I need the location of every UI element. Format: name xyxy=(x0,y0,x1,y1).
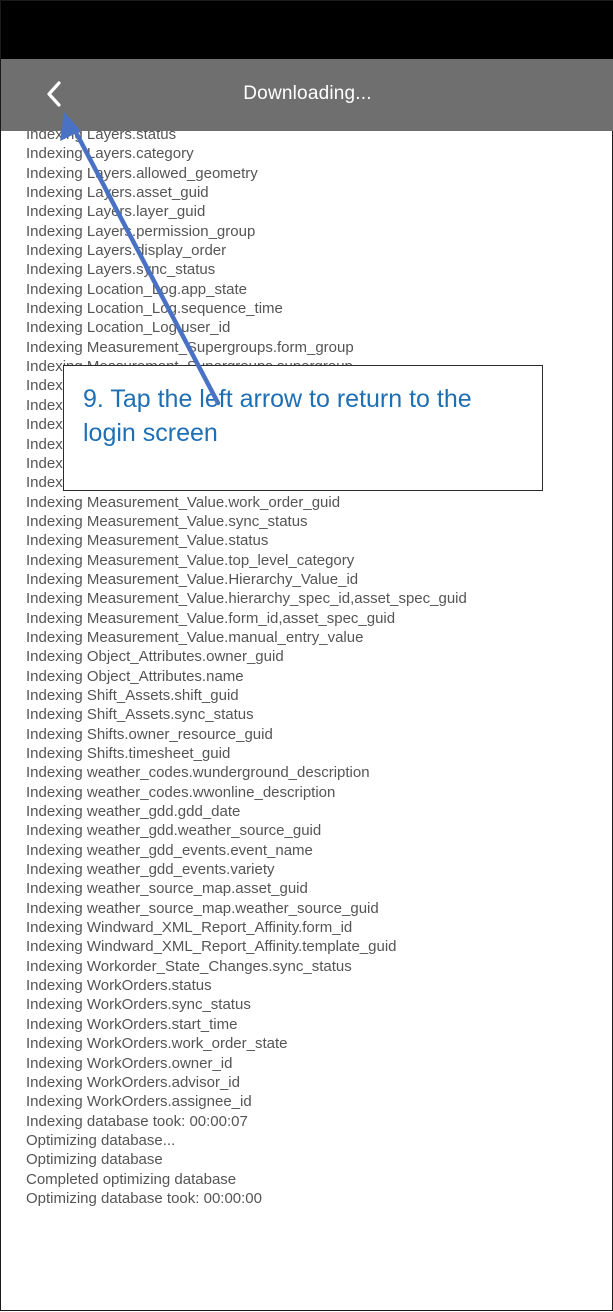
log-line: Indexing Windward_XML_Report_Affinity.te… xyxy=(26,938,397,956)
log-line: Indexing Measurement_Value.work_order_gu… xyxy=(26,493,341,511)
log-line: Indexing weather_codes.wunderground_desc… xyxy=(26,764,370,782)
log-line: Indexing weather_codes.wwonline_descript… xyxy=(26,783,336,801)
log-line: Indexing Measurement_Value.status xyxy=(26,532,269,550)
callout-text: 9. Tap the left arrow to return to the l… xyxy=(83,385,472,447)
log-line: Indexing Measurement_Value.sync_status xyxy=(26,512,308,530)
log-line: Indexing weather_source_map.asset_guid xyxy=(26,880,308,898)
log-line: Indexing WorkOrders.assignee_id xyxy=(26,1093,252,1111)
log-line: Indexing Shift_Assets.sync_status xyxy=(26,706,254,724)
log-line: Indexing Object_Attributes.name xyxy=(26,667,244,685)
log-line: Indexing Layers.status xyxy=(26,131,177,143)
status-bar xyxy=(1,1,613,59)
log-line: Indexing weather_gdd.gdd_date xyxy=(26,803,241,821)
chevron-left-icon xyxy=(47,81,61,107)
log-line: Indexing Windward_XML_Report_Affinity.fo… xyxy=(26,919,353,937)
log-line: Indexing Shift_Assets.shift_guid xyxy=(26,686,239,704)
page-title: Downloading... xyxy=(243,83,372,104)
app-bar: Downloading... xyxy=(1,59,613,131)
log-line: Indexing Shifts.owner_resource_guid xyxy=(26,725,273,743)
log-line: Optimizing database xyxy=(26,1151,163,1169)
log-line: Indexing Object_Attributes.owner_guid xyxy=(26,648,284,666)
log-line: Indexing WorkOrders.work_order_state xyxy=(26,1035,288,1053)
log-line: Indexing Layers.sync_status xyxy=(26,261,216,279)
log-line: Indexing Layers.asset_guid xyxy=(26,184,209,202)
phone-screen: Downloading... Indexing Layers.status Ind… xyxy=(0,0,613,1311)
back-button[interactable] xyxy=(31,71,77,117)
log-line: Indexing Layers.allowed_geometry xyxy=(26,164,258,182)
log-line: Indexing Layers.layer_guid xyxy=(26,203,206,221)
log-line: Indexing Location_Log.user_id xyxy=(26,319,231,337)
log-line: Indexing database took: 00:00:07 xyxy=(26,1112,248,1130)
log-line: Indexing Measurement_Value.top_level_cat… xyxy=(26,551,355,569)
log-line: Indexing Location_Log.app_state xyxy=(26,280,248,298)
log-line: Indexing Location_Log.sequence_time xyxy=(26,300,283,318)
log-line: Indexing WorkOrders.status xyxy=(26,977,212,995)
log-line: Indexing WorkOrders.owner_id xyxy=(26,1054,233,1072)
log-line: Indexing weather_gdd_events.event_name xyxy=(26,841,313,859)
log-list: Indexing Layers.status Indexing Layers.ca… xyxy=(26,131,467,1208)
log-line: Indexing WorkOrders.sync_status xyxy=(26,996,251,1014)
log-line: Indexing Measurement_Value.Hierarchy_Val… xyxy=(26,570,359,588)
log-line: Indexing Layers.category xyxy=(26,145,194,163)
log-line: Indexing Layers.display_order xyxy=(26,242,227,260)
log-line: Indexing Measurement_Value.hierarchy_spe… xyxy=(26,590,467,608)
log-line: Indexing Measurement_Supergroups.form_gr… xyxy=(26,338,354,356)
log-line: Indexing Measurement_Value.form_id,asset… xyxy=(26,609,396,627)
log-line: Indexing Workorder_State_Changes.sync_st… xyxy=(26,957,352,975)
instruction-callout: 9. Tap the left arrow to return to the l… xyxy=(63,365,543,491)
log-line: Indexing weather_source_map.weather_sour… xyxy=(26,899,379,917)
download-log[interactable]: Indexing Layers.status Indexing Layers.ca… xyxy=(1,131,613,1311)
log-line: Indexing weather_gdd_events.variety xyxy=(26,861,275,879)
log-line: Completed optimizing database xyxy=(26,1170,237,1188)
log-line: Indexing WorkOrders.advisor_id xyxy=(26,1073,240,1091)
log-line: Indexing Measurement_Value.manual_entry_… xyxy=(26,628,364,646)
log-line: Optimizing database... xyxy=(26,1131,176,1149)
log-line: Indexing WorkOrders.start_time xyxy=(26,1015,238,1033)
log-line: Indexing Layers.permission_group xyxy=(26,222,256,240)
log-line: Optimizing database took: 00:00:00 xyxy=(26,1189,262,1207)
log-line: Indexing Shifts.timesheet_guid xyxy=(26,745,231,762)
log-line: Indexing weather_gdd.weather_source_guid xyxy=(26,822,322,840)
